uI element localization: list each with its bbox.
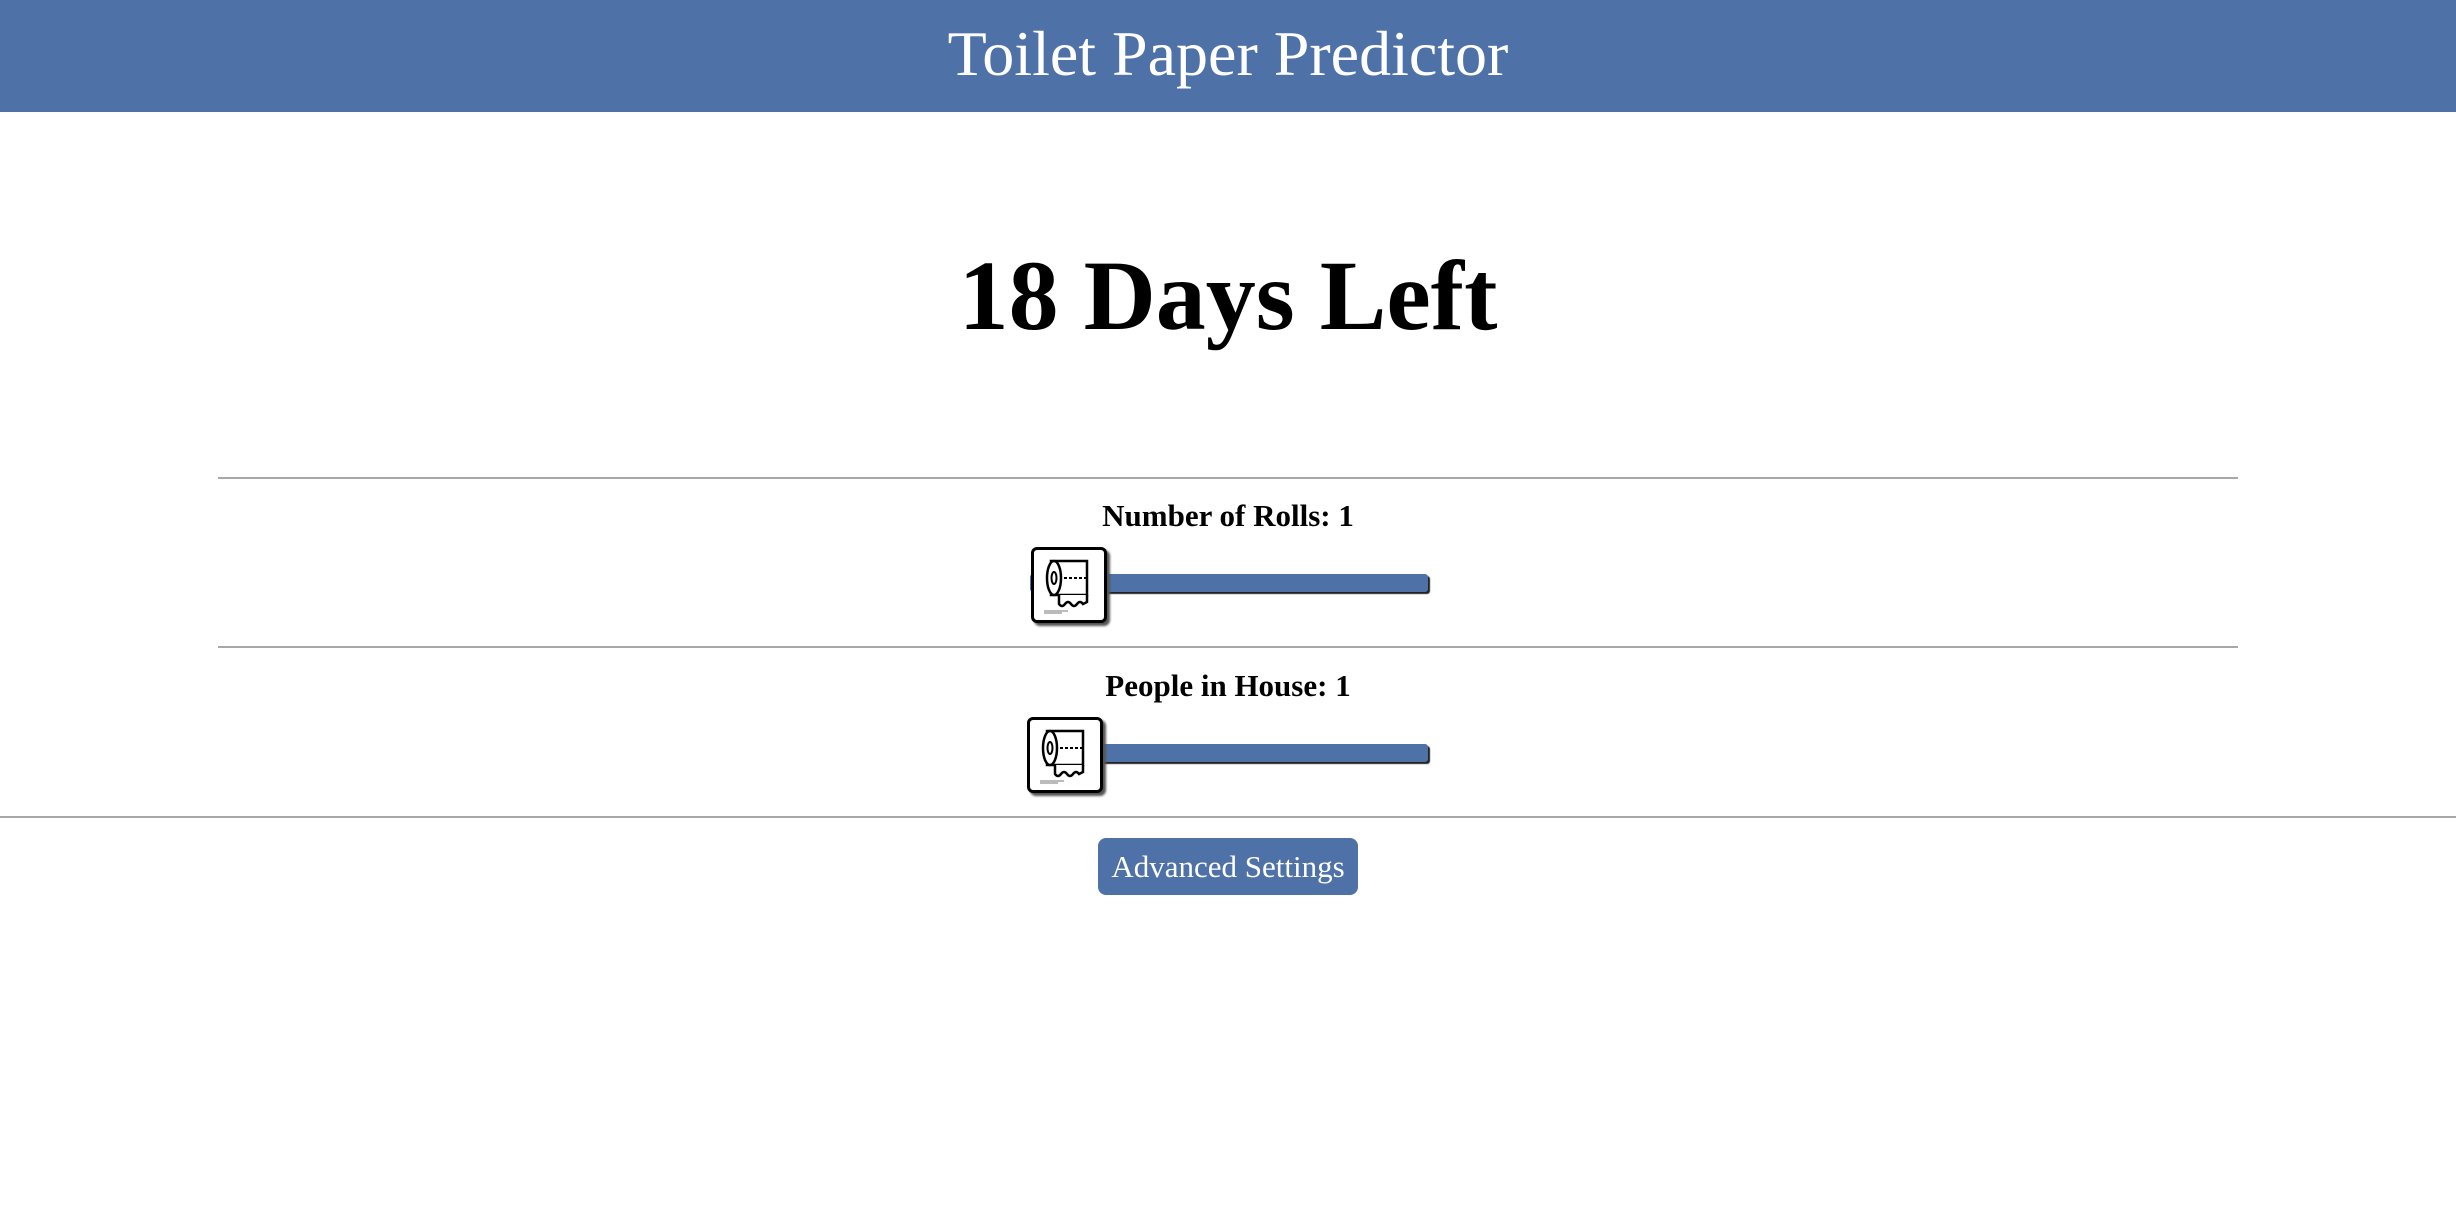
people-slider-thumb[interactable]	[1027, 717, 1103, 793]
rolls-label: Number of Rolls: 1	[1102, 498, 1354, 533]
app-header: Toilet Paper Predictor	[0, 0, 2456, 112]
days-left-result: 18 Days Left	[958, 240, 1498, 351]
divider-bottom	[0, 816, 2456, 818]
rolls-slider-thumb[interactable]	[1031, 547, 1107, 623]
people-slider[interactable]	[1027, 717, 1431, 793]
people-label: People in House: 1	[1105, 668, 1351, 703]
divider-middle	[218, 646, 2238, 648]
advanced-settings-button[interactable]: Advanced Settings	[1098, 838, 1358, 895]
toilet-paper-roll-icon	[1044, 559, 1089, 614]
divider-top	[218, 477, 2238, 479]
toilet-paper-roll-icon	[1040, 729, 1085, 784]
rolls-slider[interactable]	[1027, 547, 1431, 623]
app-title: Toilet Paper Predictor	[947, 18, 1509, 89]
